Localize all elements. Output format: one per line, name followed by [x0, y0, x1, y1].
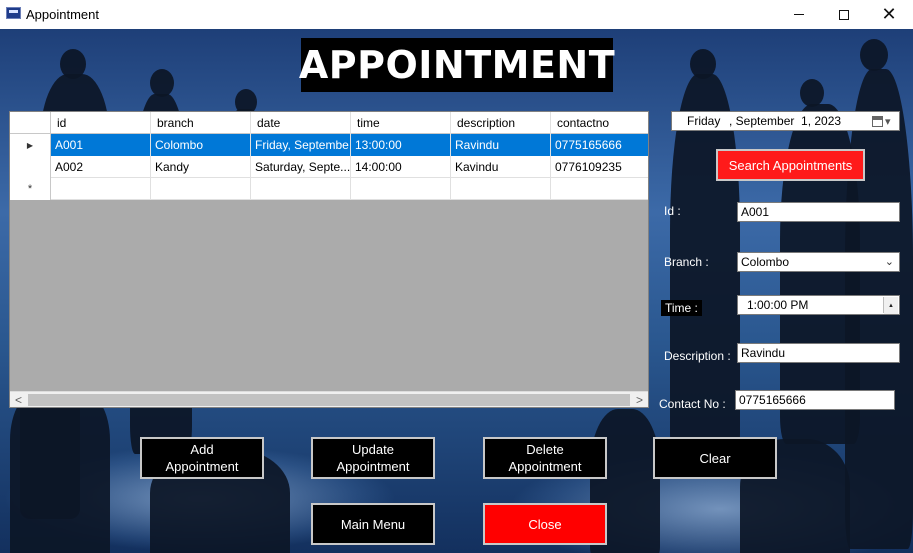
maximize-icon [839, 9, 849, 20]
time-value: 1:00:00 PM [747, 298, 809, 312]
cell-time[interactable] [351, 178, 451, 200]
spin-up-icon[interactable]: ▲ [884, 297, 898, 314]
id-field[interactable]: A001 [737, 202, 900, 222]
cell-branch[interactable] [151, 178, 251, 200]
window-title: Appointment [26, 7, 99, 22]
cell-date[interactable] [251, 178, 351, 200]
column-header-date[interactable]: date [251, 112, 351, 134]
table-row[interactable]: ▶ A001 Colombo Friday, Septembe... 13:00… [10, 134, 648, 156]
cell-branch[interactable]: Colombo [151, 134, 251, 156]
new-row[interactable]: * [10, 178, 648, 200]
date-picker-day: Friday [687, 114, 721, 128]
delete-appointment-button[interactable]: Delete Appointment [483, 437, 607, 479]
title-bar: Appointment ✕ [0, 0, 913, 29]
update-button-line1: Update [352, 442, 394, 457]
column-header-description[interactable]: description [451, 112, 551, 134]
cell-time[interactable]: 14:00:00 [351, 156, 451, 178]
page-title: APPOINTMENT [299, 38, 615, 92]
close-window-button[interactable]: ✕ [866, 0, 912, 29]
cell-contactno[interactable]: 0776109235 [551, 156, 648, 178]
column-header-time[interactable]: time [351, 112, 451, 134]
scroll-left-icon[interactable]: < [10, 392, 27, 407]
app-icon [6, 7, 21, 19]
contact-label: Contact No : [659, 397, 726, 411]
main-menu-button[interactable]: Main Menu [311, 503, 435, 545]
maximize-button[interactable] [821, 0, 867, 29]
current-row-icon: ▶ [10, 134, 51, 156]
search-appointments-button[interactable]: Search Appointments [716, 149, 865, 181]
table-row[interactable]: A002 Kandy Saturday, Septe... 14:00:00 K… [10, 156, 648, 178]
new-row-icon: * [10, 178, 51, 200]
column-header-contactno[interactable]: contactno [551, 112, 648, 134]
add-button-line2: Appointment [165, 459, 239, 474]
minimize-button[interactable] [776, 0, 822, 29]
branch-select[interactable]: Colombo ⌄ [737, 252, 900, 272]
close-icon: ✕ [881, 4, 897, 24]
close-button[interactable]: Close [483, 503, 607, 545]
description-label: Description : [664, 349, 731, 363]
delete-button-line1: Delete [526, 442, 564, 457]
update-button-line2: Appointment [336, 459, 410, 474]
chevron-down-icon: ⌄ [884, 256, 894, 268]
horizontal-scrollbar[interactable]: < > [10, 391, 648, 407]
cell-branch[interactable]: Kandy [151, 156, 251, 178]
scroll-thumb[interactable] [28, 394, 630, 406]
cell-description[interactable] [451, 178, 551, 200]
column-header-id[interactable]: id [51, 112, 151, 134]
scroll-right-icon[interactable]: > [631, 392, 648, 407]
dropdown-icon: ▾ [885, 115, 891, 128]
time-label: Time : [661, 300, 702, 316]
row-header [10, 156, 51, 178]
description-field[interactable]: Ravindu [737, 343, 900, 363]
row-header-corner [10, 112, 51, 134]
date-picker[interactable]: Friday , September 1, 2023 ▾ [671, 111, 900, 131]
time-picker[interactable]: 1:00:00 PM ▲ ▼ [737, 295, 900, 315]
cell-time[interactable]: 13:00:00 [351, 134, 451, 156]
cell-id[interactable]: A001 [51, 134, 151, 156]
cell-contactno[interactable]: 0775165666 [551, 134, 648, 156]
cell-id[interactable] [51, 178, 151, 200]
delete-button-line2: Appointment [508, 459, 582, 474]
cell-contactno[interactable] [551, 178, 648, 200]
time-spinner[interactable]: ▲ ▼ [883, 297, 898, 314]
cell-description[interactable]: Ravindu [451, 134, 551, 156]
branch-label: Branch : [664, 255, 709, 269]
calendar-icon [872, 115, 883, 127]
column-header-branch[interactable]: branch [151, 112, 251, 134]
branch-value: Colombo [741, 255, 790, 269]
update-appointment-button[interactable]: Update Appointment [311, 437, 435, 479]
cell-date[interactable]: Saturday, Septe... [251, 156, 351, 178]
date-picker-button[interactable]: ▾ [872, 114, 896, 128]
cell-id[interactable]: A002 [51, 156, 151, 178]
grid-header-row: id branch date time description contactn… [10, 112, 648, 134]
contact-field[interactable]: 0775165666 [735, 390, 895, 410]
add-appointment-button[interactable]: Add Appointment [140, 437, 264, 479]
date-picker-date: , September 1, 2023 [729, 114, 842, 128]
cell-description[interactable]: Kavindu [451, 156, 551, 178]
cell-date[interactable]: Friday, Septembe... [251, 134, 351, 156]
appointments-grid[interactable]: id branch date time description contactn… [9, 111, 649, 408]
id-label: Id : [664, 204, 681, 218]
clear-button[interactable]: Clear [653, 437, 777, 479]
minimize-icon [794, 14, 804, 15]
add-button-line1: Add [190, 442, 214, 457]
